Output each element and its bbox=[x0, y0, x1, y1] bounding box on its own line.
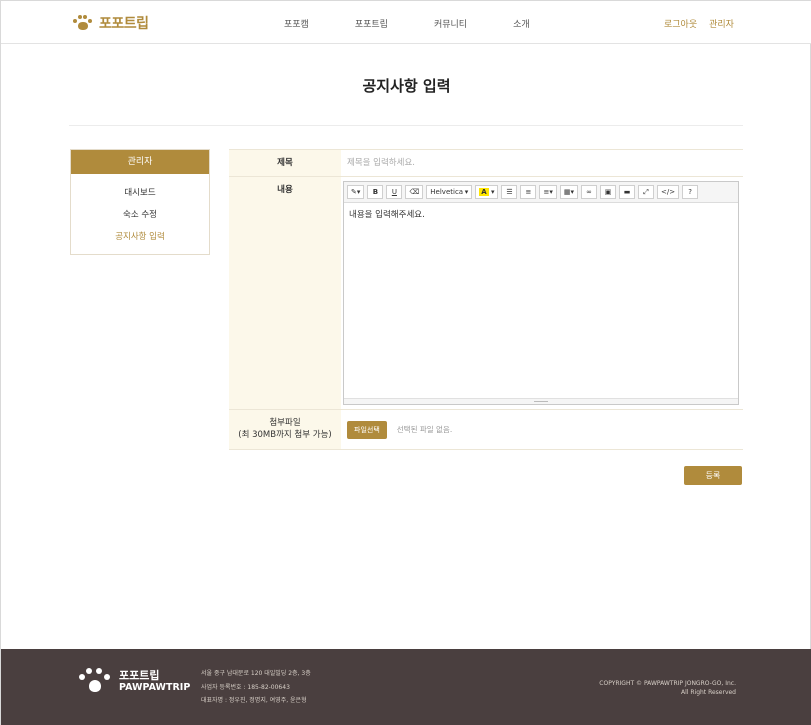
title-input[interactable] bbox=[341, 150, 743, 176]
image-icon[interactable]: ▣ bbox=[600, 185, 616, 199]
footer-copyright: COPYRIGHT © PAWPAWTRIP JONGRO-GO, Inc. A… bbox=[599, 679, 736, 697]
copyright-line-2: All Right Reserved bbox=[681, 689, 736, 696]
underline-icon[interactable]: U bbox=[386, 185, 403, 199]
unordered-list-icon[interactable]: ☰ bbox=[501, 185, 518, 199]
page-frame: 포포트립 포포캠 포포트립 커뮤니티 소개 로그아웃 관리자 공지사항 입력 관… bbox=[0, 0, 811, 725]
page-title: 공지사항 입력 bbox=[362, 77, 451, 95]
notice-form: 제목 내용 ✎▾ B U ⌫ Helvetica▾ A ▾ ☰ ≡ bbox=[229, 149, 743, 450]
attachment-label: 첨부파일 (최 30MB까지 첨부 가능) bbox=[229, 410, 341, 449]
admin-link[interactable]: 관리자 bbox=[709, 17, 734, 30]
ordered-list-icon[interactable]: ≡ bbox=[520, 185, 537, 199]
font-family-value: Helvetica bbox=[430, 188, 464, 196]
file-status-text: 선택된 파일 없음. bbox=[396, 425, 453, 434]
paw-icon bbox=[79, 668, 111, 694]
copyright-line-1: COPYRIGHT © PAWPAWTRIP JONGRO-GO, Inc. bbox=[599, 680, 736, 687]
content-label: 내용 bbox=[229, 177, 341, 409]
footer-representatives: 대표자명 : 정우진, 정명지, 여영주, 윤은형 bbox=[201, 697, 307, 704]
content-row: 내용 ✎▾ B U ⌫ Helvetica▾ A ▾ ☰ ≡ ≡▾ ▦▾ ∞ bbox=[229, 177, 743, 410]
table-icon[interactable]: ▦▾ bbox=[559, 185, 578, 199]
title-divider bbox=[69, 125, 743, 126]
sidebar-item-dashboard[interactable]: 대시보드 bbox=[71, 182, 209, 204]
nav-item-about[interactable]: 소개 bbox=[513, 17, 530, 30]
sidebar-item-notice-input[interactable]: 공지사항 입력 bbox=[71, 226, 209, 248]
footer-logo: 포포트립 PAWPAWTRIP bbox=[79, 668, 190, 694]
font-family-select[interactable]: Helvetica ▾ bbox=[426, 185, 473, 199]
site-logo[interactable]: 포포트립 bbox=[73, 13, 149, 33]
admin-sidebar: 관리자 대시보드 숙소 수정 공지사항 입력 bbox=[70, 149, 210, 255]
attachment-row: 첨부파일 (최 30MB까지 첨부 가능) 파일선택 선택된 파일 없음. bbox=[229, 410, 743, 450]
footer-brand-ko: 포포트립 bbox=[119, 668, 160, 682]
main-nav: 포포캠 포포트립 커뮤니티 소개 bbox=[284, 17, 576, 30]
sidebar-item-edit-lodging[interactable]: 숙소 수정 bbox=[71, 204, 209, 226]
nav-item-pawcamp[interactable]: 포포캠 bbox=[284, 17, 309, 30]
help-icon[interactable]: ? bbox=[682, 185, 699, 199]
footer-company-info: 서울 중구 남대문로 120 대일빌딩 2층, 3층 사업자 등록번호 : 18… bbox=[201, 667, 311, 708]
footer-address: 서울 중구 남대문로 120 대일빌딩 2층, 3층 bbox=[201, 670, 311, 677]
attachment-label-limit: (최 30MB까지 첨부 가능) bbox=[238, 430, 332, 440]
footer-brand-en: PAWPAWTRIP bbox=[119, 681, 191, 693]
logo-text: 포포트립 bbox=[99, 16, 149, 32]
file-select-button[interactable]: 파일선택 bbox=[347, 420, 387, 439]
align-icon[interactable]: ≡▾ bbox=[539, 185, 557, 199]
sidebar-menu: 대시보드 숙소 수정 공지사항 입력 bbox=[71, 174, 209, 254]
code-view-icon[interactable]: </> bbox=[657, 185, 680, 199]
editor-toolbar: ✎▾ B U ⌫ Helvetica ▾ A ▾ ☰ ≡ ≡▾ ▦▾ ∞ ▣ ▬ … bbox=[344, 182, 738, 203]
paw-icon bbox=[73, 15, 95, 31]
title-label: 제목 bbox=[229, 150, 341, 176]
fullscreen-icon[interactable]: ⤢ bbox=[638, 185, 654, 199]
editor-resize-handle[interactable] bbox=[344, 398, 738, 404]
attachment-label-title: 첨부파일 bbox=[269, 418, 301, 428]
logout-link[interactable]: 로그아웃 bbox=[664, 17, 697, 30]
header-util: 로그아웃 관리자 bbox=[664, 17, 734, 30]
nav-item-community[interactable]: 커뮤니티 bbox=[434, 17, 467, 30]
nav-item-pawtrip[interactable]: 포포트립 bbox=[355, 17, 388, 30]
bold-icon[interactable]: B bbox=[367, 185, 384, 199]
rich-text-editor: ✎▾ B U ⌫ Helvetica ▾ A ▾ ☰ ≡ ≡▾ ▦▾ ∞ ▣ ▬ … bbox=[343, 181, 739, 405]
video-icon[interactable]: ▬ bbox=[619, 185, 635, 199]
submit-button[interactable]: 등록 bbox=[684, 466, 742, 485]
sidebar-title: 관리자 bbox=[71, 150, 209, 174]
editor-content-area[interactable]: 내용을 입력해주세요. bbox=[344, 203, 738, 397]
title-row: 제목 bbox=[229, 150, 743, 177]
link-icon[interactable]: ∞ bbox=[581, 185, 597, 199]
footer-business-no: 사업자 등록번호 : 185-82-00643 bbox=[201, 683, 290, 691]
site-footer: 포포트립 PAWPAWTRIP 서울 중구 남대문로 120 대일빌딩 2층, … bbox=[1, 649, 811, 725]
eraser-icon[interactable]: ⌫ bbox=[405, 185, 424, 199]
site-header: 포포트립 포포캠 포포트립 커뮤니티 소개 로그아웃 관리자 bbox=[1, 1, 811, 44]
text-color-icon[interactable]: A ▾ bbox=[475, 185, 499, 199]
chevron-down-icon: ▾ bbox=[464, 188, 469, 196]
magic-icon[interactable]: ✎▾ bbox=[347, 185, 365, 199]
